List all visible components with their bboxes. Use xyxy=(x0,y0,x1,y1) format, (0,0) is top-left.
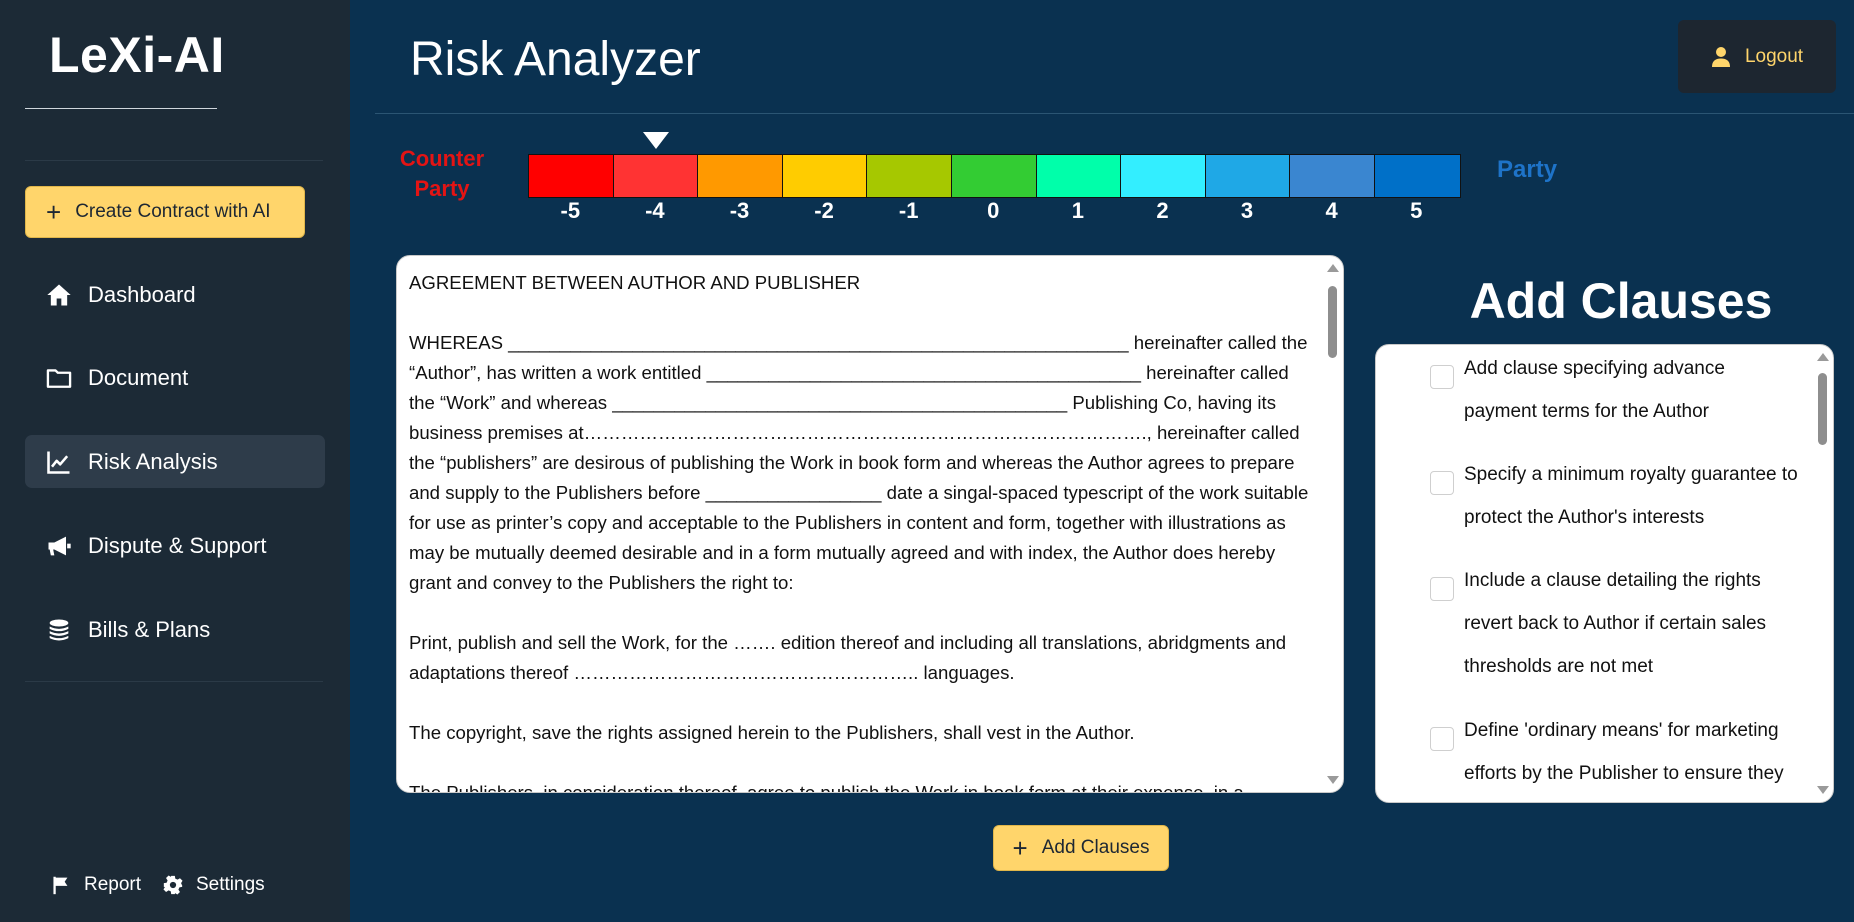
risk-scale-label: 1 xyxy=(1071,198,1084,223)
header-divider xyxy=(375,113,1854,114)
risk-scale-label: -1 xyxy=(898,198,919,223)
report-link[interactable]: Report xyxy=(50,874,141,896)
coins-icon xyxy=(49,619,69,640)
sidebar-item-document[interactable]: Document xyxy=(25,351,325,404)
risk-scale-label: -3 xyxy=(729,198,750,223)
risk-scale-label: -5 xyxy=(560,198,581,223)
logout-button[interactable]: Logout xyxy=(1678,20,1836,93)
scroll-down-icon[interactable] xyxy=(1817,786,1829,794)
app-logo[interactable]: LeXi-AI xyxy=(49,26,225,84)
party-label: Party xyxy=(1497,156,1558,183)
sidebar: LeXi-AI + Create Contract with AI Dashbo… xyxy=(0,0,350,922)
risk-scale-labels: -5 -4 -3 -2 -1 0 1 2 3 4 5 xyxy=(528,198,1459,224)
clause-item[interactable]: Specify a minimum royalty guarantee to p… xyxy=(1430,453,1800,539)
clauses-scroll-thumb[interactable] xyxy=(1818,373,1827,445)
risk-scale-cell[interactable] xyxy=(951,155,1037,197)
counter-party-label-line1: Counter xyxy=(399,146,485,171)
clauses-scrollbar[interactable] xyxy=(1811,345,1833,802)
clause-item[interactable]: Define 'ordinary means' for marketing ef… xyxy=(1430,709,1800,795)
counter-party-label-line2: Party xyxy=(414,176,470,201)
document-scrollbar[interactable] xyxy=(1321,256,1343,792)
risk-scale-label: -2 xyxy=(814,198,834,223)
clause-checkbox[interactable] xyxy=(1430,727,1454,751)
risk-scale-cell[interactable] xyxy=(1121,155,1206,197)
page-title: Risk Analyzer xyxy=(410,33,701,86)
clause-label: Add clause specifying advance payment te… xyxy=(1464,358,1725,422)
risk-scale-cell[interactable] xyxy=(1205,155,1291,197)
sidebar-item-dispute-support[interactable]: Dispute & Support xyxy=(25,519,325,572)
document-scroll-thumb[interactable] xyxy=(1328,286,1337,358)
clause-item[interactable]: Include a clause detailing the rights re… xyxy=(1430,559,1800,688)
clauses-list[interactable]: Add clause specifying advance payment te… xyxy=(1375,344,1834,803)
create-contract-label: Create Contract with AI xyxy=(75,201,271,222)
counter-party-label: Counter Party xyxy=(388,144,496,204)
risk-scale-label: 3 xyxy=(1240,198,1254,223)
clause-checkbox[interactable] xyxy=(1430,471,1454,495)
risk-scale-label: -4 xyxy=(645,198,665,223)
risk-scale-cell[interactable] xyxy=(1374,155,1460,197)
chart-line-icon xyxy=(47,451,70,474)
risk-scale-cell[interactable] xyxy=(613,155,699,197)
sidebar-item-label: Risk Analysis xyxy=(88,448,218,474)
add-clauses-button[interactable]: + Add Clauses xyxy=(993,825,1169,871)
risk-scale-label: 4 xyxy=(1325,198,1338,223)
risk-scale-cell[interactable] xyxy=(698,155,783,197)
add-clauses-label: Add Clauses xyxy=(1041,837,1150,858)
sidebar-item-risk-analysis[interactable]: Risk Analysis xyxy=(25,435,325,488)
document-viewer[interactable]: AGREEMENT BETWEEN AUTHOR AND PUBLISHER W… xyxy=(396,255,1344,793)
risk-scale-cell[interactable] xyxy=(529,155,614,197)
sidebar-item-label: Dispute & Support xyxy=(88,532,267,558)
risk-scale-bar xyxy=(528,154,1461,198)
user-icon xyxy=(1711,46,1730,67)
gear-icon xyxy=(163,875,183,895)
create-contract-button[interactable]: + Create Contract with AI xyxy=(25,186,305,238)
clause-item[interactable]: Add clause specifying advance payment te… xyxy=(1430,347,1800,433)
clause-label: Include a clause detailing the rights re… xyxy=(1464,570,1767,677)
report-label: Report xyxy=(84,874,142,895)
sidebar-divider-bottom xyxy=(25,681,323,682)
clauses-title: Add Clauses xyxy=(1469,273,1773,329)
scroll-up-icon[interactable] xyxy=(1817,353,1829,361)
risk-scale-cell[interactable] xyxy=(1036,155,1122,197)
risk-scale-label: 2 xyxy=(1156,198,1169,223)
settings-link[interactable]: Settings xyxy=(162,874,265,896)
clause-label: Define 'ordinary means' for marketing ef… xyxy=(1464,720,1784,784)
sidebar-item-label: Dashboard xyxy=(88,281,196,307)
flag-icon xyxy=(53,876,68,895)
risk-scale-label: 5 xyxy=(1410,198,1423,223)
clause-checkbox[interactable] xyxy=(1430,577,1454,601)
sidebar-divider-top xyxy=(25,160,323,161)
risk-marker-icon xyxy=(643,132,670,149)
settings-label: Settings xyxy=(196,874,265,895)
clause-checkbox[interactable] xyxy=(1430,365,1454,389)
clause-label: Specify a minimum royalty guarantee to p… xyxy=(1464,464,1798,528)
sidebar-item-bills-plans[interactable]: Bills & Plans xyxy=(25,603,325,656)
sidebar-item-label: Bills & Plans xyxy=(88,616,211,642)
risk-scale-cell[interactable] xyxy=(867,155,952,197)
sidebar-item-label: Document xyxy=(88,364,189,390)
logo-divider xyxy=(25,108,217,109)
scroll-up-icon[interactable] xyxy=(1327,264,1339,272)
scroll-down-icon[interactable] xyxy=(1327,776,1339,784)
home-icon xyxy=(47,284,71,305)
plus-icon: + xyxy=(1012,833,1028,863)
risk-scale-cell[interactable] xyxy=(782,155,868,197)
folder-icon xyxy=(46,368,72,388)
sidebar-item-dashboard[interactable]: Dashboard xyxy=(25,268,325,321)
plus-icon: + xyxy=(46,197,62,227)
megaphone-icon xyxy=(48,536,71,555)
document-text: AGREEMENT BETWEEN AUTHOR AND PUBLISHER W… xyxy=(409,272,1309,793)
logout-label: Logout xyxy=(1744,45,1804,67)
risk-scale-label: 0 xyxy=(987,198,1000,223)
risk-scale-cell[interactable] xyxy=(1290,155,1375,197)
